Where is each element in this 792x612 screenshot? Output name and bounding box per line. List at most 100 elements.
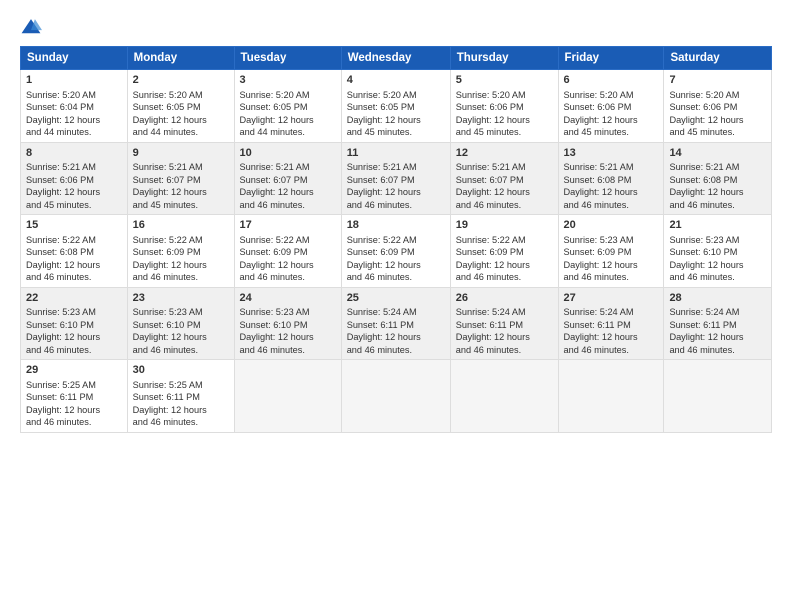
sunset-label: Sunset: 6:11 PM [669,320,736,330]
daylight-minutes: and 46 minutes. [669,200,734,210]
day-number: 15 [26,218,122,233]
day-number: 12 [456,146,553,161]
calendar-week-row: 8Sunrise: 5:21 AMSunset: 6:06 PMDaylight… [21,142,772,215]
sunrise-label: Sunrise: 5:23 AM [564,235,634,245]
sunrise-label: Sunrise: 5:25 AM [133,380,203,390]
sunrise-label: Sunrise: 5:22 AM [456,235,526,245]
daylight-label: Daylight: 12 hours [456,260,530,270]
calendar-header-row: SundayMondayTuesdayWednesdayThursdayFrid… [21,47,772,70]
sunset-label: Sunset: 6:08 PM [669,175,737,185]
sunset-label: Sunset: 6:09 PM [347,247,415,257]
day-number: 18 [347,218,445,233]
daylight-minutes: and 46 minutes. [564,345,629,355]
day-number: 25 [347,291,445,306]
calendar-cell: 28Sunrise: 5:24 AMSunset: 6:11 PMDayligh… [664,287,772,360]
sunrise-label: Sunrise: 5:20 AM [456,90,526,100]
sunrise-label: Sunrise: 5:22 AM [347,235,417,245]
sunrise-label: Sunrise: 5:25 AM [26,380,96,390]
sunrise-label: Sunrise: 5:20 AM [133,90,203,100]
calendar-cell: 13Sunrise: 5:21 AMSunset: 6:08 PMDayligh… [558,142,664,215]
calendar-week-row: 1Sunrise: 5:20 AMSunset: 6:04 PMDaylight… [21,70,772,143]
daylight-minutes: and 46 minutes. [564,272,629,282]
daylight-label: Daylight: 12 hours [669,260,743,270]
day-number: 27 [564,291,659,306]
calendar-cell [558,360,664,433]
calendar-cell: 27Sunrise: 5:24 AMSunset: 6:11 PMDayligh… [558,287,664,360]
sunrise-label: Sunrise: 5:23 AM [133,307,203,317]
daylight-label: Daylight: 12 hours [347,115,421,125]
day-number: 24 [240,291,336,306]
day-number: 11 [347,146,445,161]
daylight-label: Daylight: 12 hours [240,115,314,125]
sunrise-label: Sunrise: 5:20 AM [240,90,310,100]
day-number: 26 [456,291,553,306]
daylight-label: Daylight: 12 hours [26,332,100,342]
sunset-label: Sunset: 6:08 PM [564,175,632,185]
day-number: 4 [347,73,445,88]
header-sunday: Sunday [21,47,128,70]
daylight-label: Daylight: 12 hours [564,260,638,270]
daylight-minutes: and 44 minutes. [240,127,305,137]
calendar-cell: 18 Sunrise: 5:22 AM Sunset: 6:09 PM Dayligh… [341,215,450,288]
calendar-week-row: 15 Sunrise: 5:22 AM Sunset: 6:08 PM Dayligh… [21,215,772,288]
header-thursday: Thursday [450,47,558,70]
daylight-label: Daylight: 12 hours [564,332,638,342]
sunset-label: Sunset: 6:10 PM [669,247,737,257]
day-number: 30 [133,363,229,378]
calendar-cell: 17Sunrise: 5:22 AMSunset: 6:09 PMDayligh… [234,215,341,288]
daylight-minutes: and 44 minutes. [133,127,198,137]
sunrise-label: Sunrise: 5:21 AM [26,162,96,172]
day-number: 28 [669,291,766,306]
daylight-label: Daylight: 12 hours [564,115,638,125]
day-number: 14 [669,146,766,161]
daylight-minutes: and 45 minutes. [456,127,521,137]
page: SundayMondayTuesdayWednesdayThursdayFrid… [0,0,792,612]
logo-icon [20,16,42,38]
sunset-label: Sunset: 6:10 PM [26,320,94,330]
logo [20,16,46,38]
sunrise-label: Sunrise: 5:23 AM [669,235,739,245]
day-number: 2 [133,73,229,88]
calendar-cell: 23Sunrise: 5:23 AMSunset: 6:10 PMDayligh… [127,287,234,360]
daylight-minutes: and 46 minutes. [26,345,91,355]
sunset-label: Sunset: 6:11 PM [564,320,631,330]
day-number: 5 [456,73,553,88]
sunrise-label: Sunrise: 5:23 AM [26,307,96,317]
daylight-minutes: and 46 minutes. [564,200,629,210]
day-number: 21 [669,218,766,233]
sunset-label: Sunset: 6:06 PM [456,102,524,112]
calendar-cell: 3Sunrise: 5:20 AMSunset: 6:05 PMDaylight… [234,70,341,143]
sunrise-label: Sunrise: 5:21 AM [456,162,526,172]
sunset-label: Sunset: 6:10 PM [240,320,308,330]
daylight-minutes: and 46 minutes. [240,272,305,282]
sunset-label: Sunset: 6:10 PM [133,320,201,330]
sunset-label: Sunset: 6:08 PM [26,247,94,257]
sunset-label: Sunset: 6:09 PM [456,247,524,257]
daylight-minutes: and 45 minutes. [669,127,734,137]
sunrise-label: Sunrise: 5:20 AM [669,90,739,100]
header-saturday: Saturday [664,47,772,70]
daylight-minutes: and 46 minutes. [133,272,198,282]
calendar-cell: 30Sunrise: 5:25 AMSunset: 6:11 PMDayligh… [127,360,234,433]
calendar-cell [341,360,450,433]
daylight-minutes: and 46 minutes. [133,417,198,427]
day-number: 29 [26,363,122,378]
daylight-minutes: and 46 minutes. [347,345,412,355]
calendar-cell: 8Sunrise: 5:21 AMSunset: 6:06 PMDaylight… [21,142,128,215]
sunrise-label: Sunrise: 5:24 AM [669,307,739,317]
calendar-cell: 4Sunrise: 5:20 AMSunset: 6:05 PMDaylight… [341,70,450,143]
header-wednesday: Wednesday [341,47,450,70]
calendar-cell [234,360,341,433]
sunset-label: Sunset: 6:05 PM [240,102,308,112]
sunset-label: Sunset: 6:06 PM [564,102,632,112]
sunset-label: Sunset: 6:07 PM [347,175,415,185]
daylight-label: Daylight: 12 hours [240,260,314,270]
sunrise-label: Sunrise: 5:24 AM [456,307,526,317]
calendar-cell: 22Sunrise: 5:23 AMSunset: 6:10 PMDayligh… [21,287,128,360]
daylight-label: Daylight: 12 hours [456,187,530,197]
daylight-label: Daylight: 12 hours [133,115,207,125]
daylight-minutes: and 45 minutes. [564,127,629,137]
daylight-minutes: and 46 minutes. [240,345,305,355]
calendar-cell: 14Sunrise: 5:21 AMSunset: 6:08 PMDayligh… [664,142,772,215]
daylight-label: Daylight: 12 hours [347,260,421,270]
